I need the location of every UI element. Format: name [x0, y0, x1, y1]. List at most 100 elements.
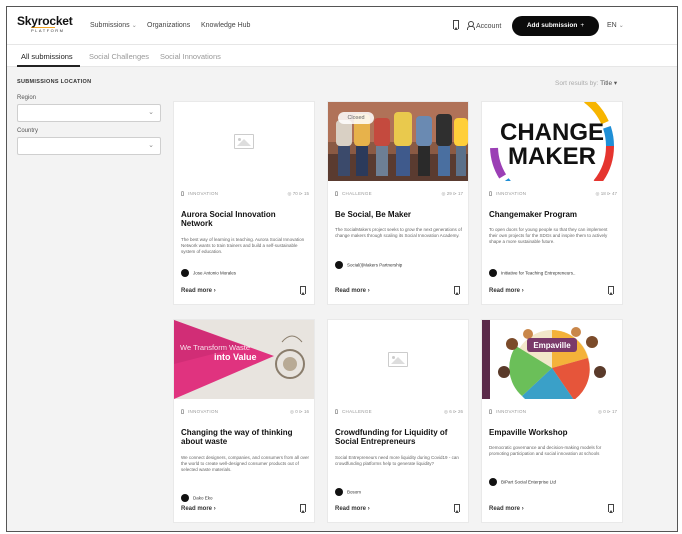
person-icon — [467, 21, 475, 30]
region-label: Region — [17, 95, 37, 101]
author-name: Social(i)Makers Partnership — [347, 262, 403, 268]
card-title[interactable]: Changing the way of thinking about waste — [181, 428, 309, 446]
read-more-link[interactable]: Read more › — [335, 288, 370, 294]
read-more-link[interactable]: Read more › — [181, 506, 216, 512]
nav-knowledge-hub[interactable]: Knowledge Hub — [201, 22, 250, 29]
card-author: BiPart Social Enterprise Ltd — [489, 478, 617, 486]
empaville-illustration: Empaville — [482, 320, 622, 399]
read-more-link[interactable]: Read more › — [489, 288, 524, 294]
bookmark-icon[interactable] — [300, 504, 306, 513]
avatar — [335, 488, 343, 496]
region-select[interactable]: ⌄ — [17, 104, 161, 122]
nav-organizations[interactable]: Organizations — [147, 22, 190, 29]
app-window: Skyrocket PLATFORM Submissions ⌄ Organiza… — [6, 6, 678, 532]
add-submission-label: Add submission — [526, 22, 578, 29]
card-image: CHANGE MAKER — [482, 102, 622, 181]
card-description: To open doors for young people so that t… — [489, 227, 608, 245]
bookmark-icon[interactable] — [454, 286, 460, 295]
card-type-label: CHALLENGE — [342, 191, 372, 196]
brand-logo[interactable]: Skyrocket PLATFORM — [17, 14, 73, 36]
card-type: INNOVATION — [181, 191, 218, 196]
card-type: CHALLENGE — [335, 191, 372, 196]
submission-card[interactable]: Closed CHALLENGE ◎ 29 ⊳ 17 Be Social, Be… — [327, 101, 469, 305]
read-more-link[interactable]: Read more › — [489, 506, 524, 512]
tab-all-submissions[interactable]: All submissions — [21, 52, 73, 61]
card-author: Social(i)Makers Partnership — [335, 261, 463, 269]
submission-card[interactable]: INNOVATION ◎ 70 ⊳ 15 Aurora Social Innov… — [173, 101, 315, 305]
image-text-line2: into Value — [214, 352, 257, 362]
account-link[interactable]: Account — [467, 21, 501, 30]
chevron-down-icon: ⌄ — [131, 23, 137, 29]
card-meta: INNOVATION ◎ 70 ⊳ 15 — [181, 190, 309, 198]
add-submission-button[interactable]: Add submission + — [512, 16, 599, 36]
card-type-label: INNOVATION — [496, 191, 527, 196]
sort-value: Title — [600, 80, 613, 87]
avatar — [489, 269, 497, 277]
chevron-down-icon: ⌄ — [618, 23, 624, 29]
nav-submissions[interactable]: Submissions ⌄ — [90, 22, 137, 29]
card-type: CHALLENGE — [335, 409, 372, 414]
read-more-label: Read more — [181, 506, 213, 512]
card-title[interactable]: Changemaker Program — [489, 210, 617, 219]
card-description: We connect designers, companies, and con… — [181, 455, 309, 473]
card-description: The SocialMakers project seeks to grow t… — [335, 227, 462, 239]
card-stats: ◎ 70 ⊳ 15 — [287, 191, 309, 196]
submission-card[interactable]: CHALLENGE ◎ 6 ⊳ 26 Crowdfunding for Liqu… — [327, 319, 469, 523]
lightbulb-icon — [489, 409, 492, 414]
bookmark-icon[interactable] — [300, 286, 306, 295]
card-type: INNOVATION — [181, 409, 218, 414]
transform-waste-banner: We Transform Waste into Value — [174, 320, 314, 399]
card-title[interactable]: Crowdfunding for Liquidity of Social Ent… — [335, 428, 463, 446]
card-author: Initiative for Teaching Entrepreneurs.. — [489, 269, 617, 277]
card-type: INNOVATION — [489, 409, 526, 414]
card-author: Jose Antonio Morales — [181, 269, 309, 277]
read-more-link[interactable]: Read more › — [335, 506, 370, 512]
changemaker-logo: CHANGE MAKER — [490, 102, 614, 181]
card-meta: INNOVATION ◎ 0 ⊳ 17 — [489, 408, 617, 416]
chevron-down-icon: ⌄ — [148, 142, 154, 149]
card-meta: CHALLENGE ◎ 6 ⊳ 26 — [335, 408, 463, 416]
card-description: Democratic governance and decision-makin… — [489, 445, 602, 457]
lightbulb-icon — [181, 191, 184, 196]
bookmark-icon[interactable] — [454, 504, 460, 513]
bookmark-icon[interactable] — [608, 504, 614, 513]
card-stats: ◎ 18 ⊳ 47 — [595, 191, 617, 196]
chevron-right-icon: › — [213, 506, 216, 512]
lightbulb-icon — [335, 191, 338, 196]
card-author: Bosom — [335, 488, 463, 496]
status-badge: Closed — [338, 112, 374, 124]
avatar — [335, 261, 343, 269]
card-type-label: INNOVATION — [188, 409, 219, 414]
sort-control[interactable]: Sort results by: Title ▾ — [555, 79, 617, 87]
card-stats: ◎ 0 ⊳ 17 — [598, 409, 617, 414]
bookmark-icon[interactable] — [453, 20, 459, 30]
card-type-label: INNOVATION — [496, 409, 527, 414]
card-title[interactable]: Aurora Social Innovation Network — [181, 210, 309, 228]
country-select[interactable]: ⌄ — [17, 137, 161, 155]
avatar — [181, 494, 189, 502]
card-author: Dako Eko — [181, 494, 309, 502]
image-placeholder-icon — [388, 352, 408, 367]
language-selector[interactable]: EN ⌄ — [607, 22, 624, 29]
card-image — [328, 320, 468, 399]
read-more-label: Read more — [181, 288, 213, 294]
submission-tabs: All submissions Social Challenges Social… — [7, 45, 677, 67]
image-text-maker: MAKER — [508, 143, 596, 170]
avatar — [181, 269, 189, 277]
card-image: We Transform Waste into Value — [174, 320, 314, 399]
submission-card[interactable]: We Transform Waste into Value INNOVATION… — [173, 319, 315, 523]
read-more-label: Read more — [489, 288, 521, 294]
author-name: Jose Antonio Morales — [193, 270, 237, 276]
card-title[interactable]: Empaville Workshop — [489, 428, 617, 437]
bookmark-icon[interactable] — [608, 286, 614, 295]
card-type-label: CHALLENGE — [342, 409, 372, 414]
submission-card[interactable]: Empaville INNOVATION ◎ 0 ⊳ 17 Empaville … — [481, 319, 623, 523]
lightbulb-icon — [335, 409, 338, 414]
author-name: BiPart Social Enterprise Ltd — [501, 479, 557, 485]
card-title[interactable]: Be Social, Be Maker — [335, 210, 463, 219]
chevron-right-icon: › — [213, 288, 216, 294]
tab-social-innovations[interactable]: Social Innovations — [160, 52, 221, 61]
tab-social-challenges[interactable]: Social Challenges — [89, 52, 149, 61]
submission-card[interactable]: CHANGE MAKER INNOVATION ◎ 18 ⊳ 47 Change… — [481, 101, 623, 305]
read-more-link[interactable]: Read more › — [181, 288, 216, 294]
